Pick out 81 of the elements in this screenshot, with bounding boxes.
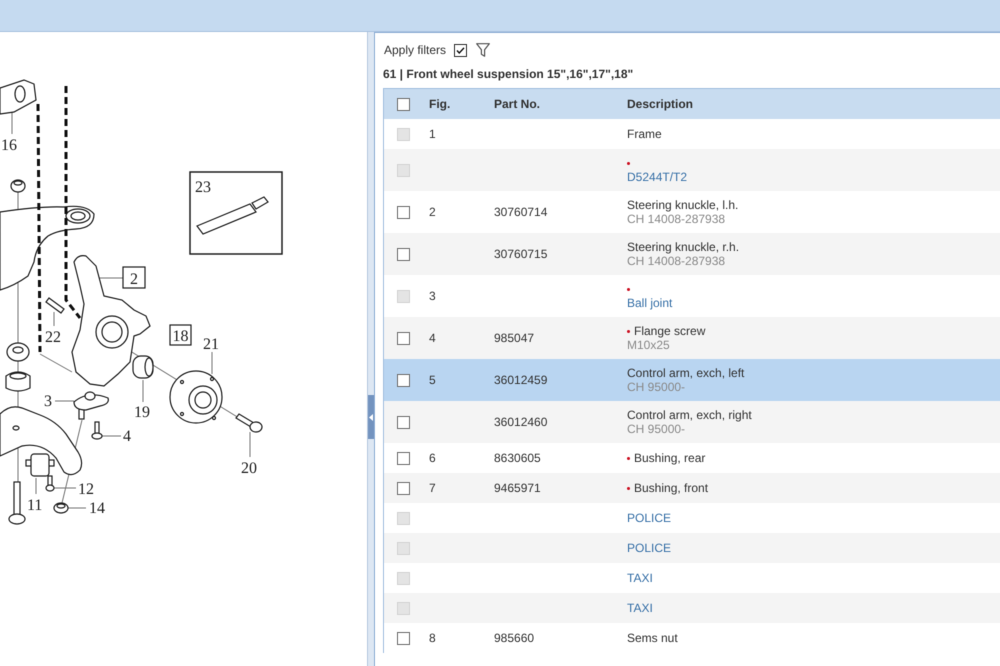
table-row[interactable]: 4 985047 Flange screw M10x25 bbox=[384, 317, 1000, 359]
callout-number: 16 bbox=[1, 137, 17, 154]
filter-checkbox[interactable] bbox=[454, 44, 468, 56]
column-header[interactable]: Fig. bbox=[429, 97, 450, 111]
part-description: Bushing, front bbox=[634, 481, 708, 495]
table-row[interactable]: 36012460 Control arm, exch, right CH 95000- bbox=[384, 401, 1000, 443]
row-checkbox[interactable] bbox=[397, 374, 410, 386]
leader-line bbox=[40, 354, 72, 372]
wheel-hub bbox=[169, 370, 223, 424]
part-number: 30760714 bbox=[494, 205, 548, 219]
part-note: CH 14008-287938 bbox=[627, 212, 726, 226]
fig-number: 3 bbox=[429, 289, 436, 303]
part-description: Steering knuckle, l.h. bbox=[627, 198, 738, 212]
fig-number: 4 bbox=[429, 331, 436, 345]
callout-number: 14 bbox=[89, 500, 105, 517]
part-description: Control arm, exch, right bbox=[627, 408, 752, 422]
bushing bbox=[132, 355, 154, 379]
filter-icon[interactable] bbox=[476, 43, 490, 57]
fig-number: 7 bbox=[429, 481, 436, 495]
row-checkbox[interactable] bbox=[397, 632, 410, 644]
boxed-callout: 2 bbox=[122, 266, 146, 289]
checkmark-icon bbox=[456, 46, 466, 54]
filter-label: Apply filters bbox=[384, 43, 446, 57]
bolt bbox=[45, 297, 65, 314]
callout-number: 12 bbox=[78, 481, 94, 498]
fig-number: 2 bbox=[429, 205, 436, 219]
nut bbox=[10, 179, 26, 193]
splitter-handle[interactable] bbox=[368, 395, 374, 439]
row-checkbox[interactable] bbox=[397, 452, 410, 464]
part-note: CH 95000- bbox=[627, 380, 686, 394]
screw bbox=[45, 475, 55, 492]
mount bbox=[5, 371, 31, 392]
nut bbox=[53, 502, 69, 514]
part-description: Steering knuckle, r.h. bbox=[627, 240, 740, 254]
column-header[interactable]: Description bbox=[627, 97, 694, 111]
bushing bbox=[25, 453, 55, 477]
fig-number: 5 bbox=[429, 373, 436, 387]
part-description: Control arm, exch, left bbox=[627, 366, 744, 380]
screw bbox=[91, 421, 103, 440]
callout-number: 11 bbox=[27, 497, 42, 514]
part-number: 30760715 bbox=[494, 247, 548, 261]
fig-number: 6 bbox=[429, 451, 436, 465]
ball-joint bbox=[73, 391, 109, 420]
part-description: Bushing, rear bbox=[634, 451, 706, 465]
leader-line bbox=[54, 400, 74, 402]
row-checkbox[interactable] bbox=[397, 416, 410, 428]
bolt bbox=[235, 413, 263, 433]
callout-number: 20 bbox=[241, 460, 257, 477]
fig-number: 1 bbox=[429, 127, 436, 141]
callout-number: 4 bbox=[123, 428, 131, 445]
callout-number: 22 bbox=[45, 329, 61, 346]
part-number: 9465971 bbox=[494, 481, 541, 495]
select-all-checkbox[interactable] bbox=[397, 98, 410, 110]
callout-number: 21 bbox=[203, 336, 219, 353]
table-row[interactable]: 7 9465971 Bushing, front bbox=[384, 473, 1000, 503]
bushing bbox=[6, 342, 30, 362]
part-description: Frame bbox=[627, 127, 662, 141]
part-description: Sems nut bbox=[627, 631, 678, 645]
callout-number: 19 bbox=[134, 404, 150, 421]
callout-number: 23 bbox=[195, 179, 211, 196]
fig-number: 8 bbox=[429, 631, 436, 645]
bolt bbox=[8, 481, 26, 525]
part-number: 985047 bbox=[494, 331, 534, 345]
part-number: 8630605 bbox=[494, 451, 541, 465]
part-number: 985660 bbox=[494, 631, 534, 645]
part-note: M10x25 bbox=[627, 338, 670, 352]
callout-number: 3 bbox=[44, 393, 52, 410]
row-checkbox[interactable] bbox=[397, 482, 410, 494]
part-note: CH 95000- bbox=[627, 422, 686, 436]
column-header[interactable]: Part No. bbox=[494, 97, 540, 111]
part-number: 36012460 bbox=[494, 415, 548, 429]
table-row[interactable]: 30760715 Steering knuckle, r.h. CH 14008-287938 bbox=[384, 233, 1000, 275]
row-checkbox[interactable] bbox=[397, 206, 410, 218]
row-checkbox[interactable] bbox=[397, 332, 410, 344]
part-note: CH 14008-287938 bbox=[627, 254, 726, 268]
part-number: 36012459 bbox=[494, 373, 548, 387]
table-row[interactable]: 5 36012459 Control arm, exch, left CH 95000- bbox=[384, 359, 1000, 401]
part-description: Flange screw bbox=[634, 324, 706, 338]
boxed-callout: 18 bbox=[169, 324, 192, 346]
catalog-heading: 61 | Front wheel suspension 15",16",17",18" bbox=[383, 67, 634, 81]
row-checkbox[interactable] bbox=[397, 248, 410, 260]
